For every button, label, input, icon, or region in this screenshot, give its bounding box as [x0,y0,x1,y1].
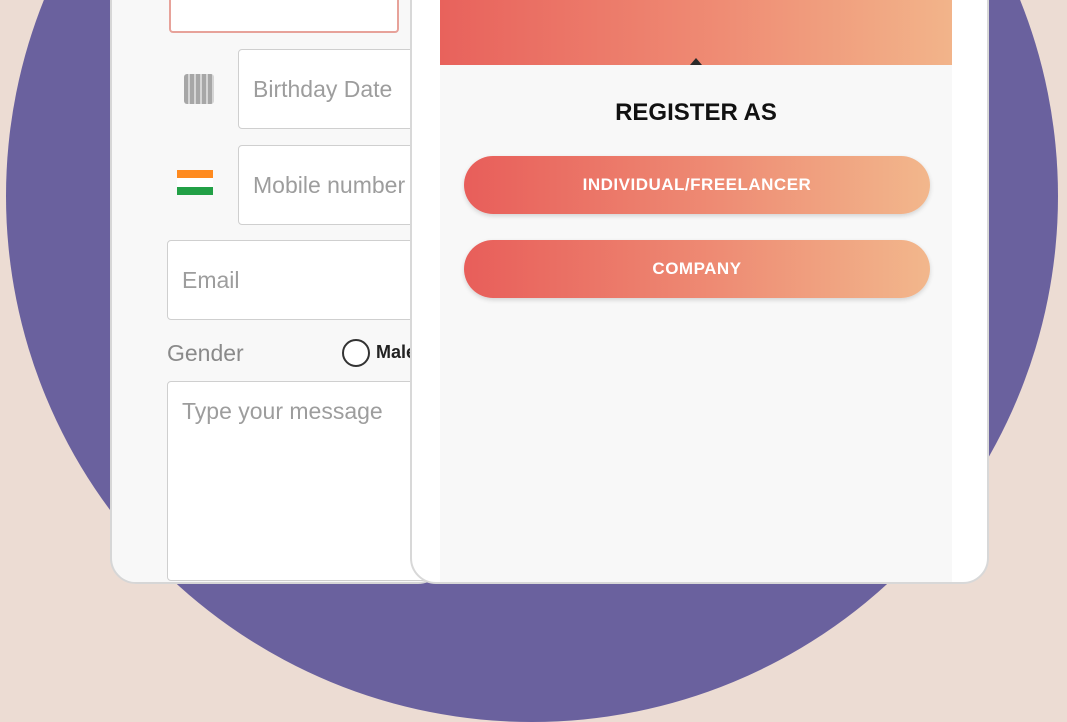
phone-left: Birthday Date Mobile number Email Gender… [110,0,444,584]
gender-label: Gender [167,340,244,366]
email-field[interactable]: Email [167,240,442,320]
name-field[interactable] [169,0,399,33]
message-placeholder: Type your message [182,398,383,424]
calendar-icon [184,74,214,104]
company-label: COMPANY [652,259,742,278]
register-screen: REGISTER AS INDIVIDUAL/FREELANCER COMPAN… [440,0,952,582]
individual-freelancer-label: INDIVIDUAL/FREELANCER [582,175,812,194]
header-banner [440,0,952,65]
gender-male-radio[interactable] [342,339,370,367]
mobile-placeholder: Mobile number [253,171,406,198]
email-placeholder: Email [182,266,240,293]
registration-form: Birthday Date Mobile number Email Gender… [120,0,442,582]
message-field[interactable]: Type your message [167,381,442,581]
birthday-placeholder: Birthday Date [253,75,393,102]
caret-up-icon [690,58,702,65]
company-button[interactable]: COMPANY [464,240,930,298]
india-flag-icon [177,170,213,195]
phone-right: REGISTER AS INDIVIDUAL/FREELANCER COMPAN… [410,0,989,584]
individual-freelancer-button[interactable]: INDIVIDUAL/FREELANCER [464,156,930,214]
register-as-title: REGISTER AS [615,99,777,126]
